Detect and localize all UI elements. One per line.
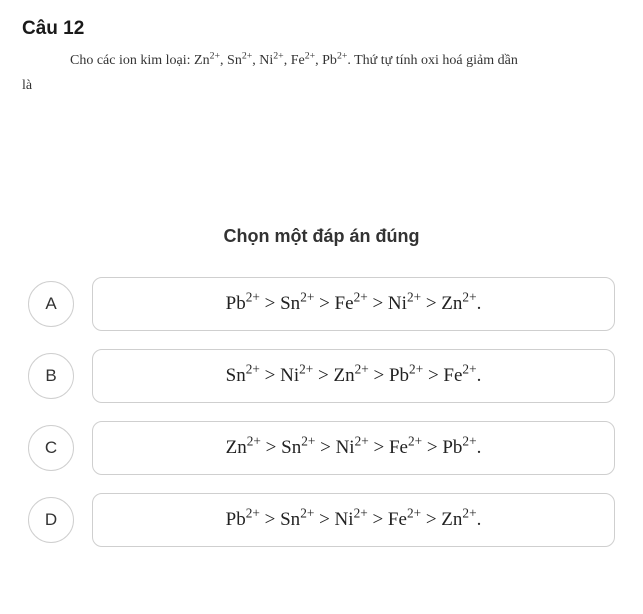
option-row: B Sn2+ > Ni2+ > Zn2+ > Pb2+ > Fe2+. [28, 349, 615, 403]
question-suffix: . Thứ tự tính oxi hoá giảm dần [347, 53, 517, 68]
question-text: Cho các ion kim loại: Zn2+, Sn2+, Ni2+, … [22, 50, 621, 96]
option-content-c[interactable]: Zn2+ > Sn2+ > Ni2+ > Fe2+ > Pb2+. [92, 421, 615, 475]
option-row: D Pb2+ > Sn2+ > Ni2+ > Fe2+ > Zn2+. [28, 493, 615, 547]
question-la: là [64, 75, 621, 96]
option-letter-a[interactable]: A [28, 281, 74, 327]
ion: Pb2+ [322, 53, 347, 68]
option-text: Pb2+ > Sn2+ > Fe2+ > Ni2+ > Zn2+. [226, 293, 482, 315]
options-list: A Pb2+ > Sn2+ > Fe2+ > Ni2+ > Zn2+. B Sn2+ … [22, 277, 621, 547]
ion: Ni2+ [259, 53, 283, 68]
option-letter-c[interactable]: C [28, 425, 74, 471]
option-row: C Zn2+ > Sn2+ > Ni2+ > Fe2+ > Pb2+. [28, 421, 615, 475]
option-content-d[interactable]: Pb2+ > Sn2+ > Ni2+ > Fe2+ > Zn2+. [92, 493, 615, 547]
question-prefix: Cho các ion kim loại: [22, 53, 194, 68]
question-number: Câu 12 [22, 18, 621, 40]
ion: Fe2+ [291, 53, 315, 68]
option-letter-b[interactable]: B [28, 353, 74, 399]
option-text: Pb2+ > Sn2+ > Ni2+ > Fe2+ > Zn2+. [226, 509, 482, 531]
question-ions: Zn2+, Sn2+, Ni2+, Fe2+, Pb2+ [194, 53, 347, 68]
option-content-a[interactable]: Pb2+ > Sn2+ > Fe2+ > Ni2+ > Zn2+. [92, 277, 615, 331]
instruction-heading: Chọn một đáp án đúng [22, 226, 621, 247]
option-text: Sn2+ > Ni2+ > Zn2+ > Pb2+ > Fe2+. [226, 365, 482, 387]
option-text: Zn2+ > Sn2+ > Ni2+ > Fe2+ > Pb2+. [226, 437, 482, 459]
ion: Sn2+ [227, 53, 252, 68]
question-block: Câu 12 Cho các ion kim loại: Zn2+, Sn2+,… [22, 18, 621, 96]
option-row: A Pb2+ > Sn2+ > Fe2+ > Ni2+ > Zn2+. [28, 277, 615, 331]
ion: Zn2+ [194, 53, 220, 68]
option-content-b[interactable]: Sn2+ > Ni2+ > Zn2+ > Pb2+ > Fe2+. [92, 349, 615, 403]
option-letter-d[interactable]: D [28, 497, 74, 543]
